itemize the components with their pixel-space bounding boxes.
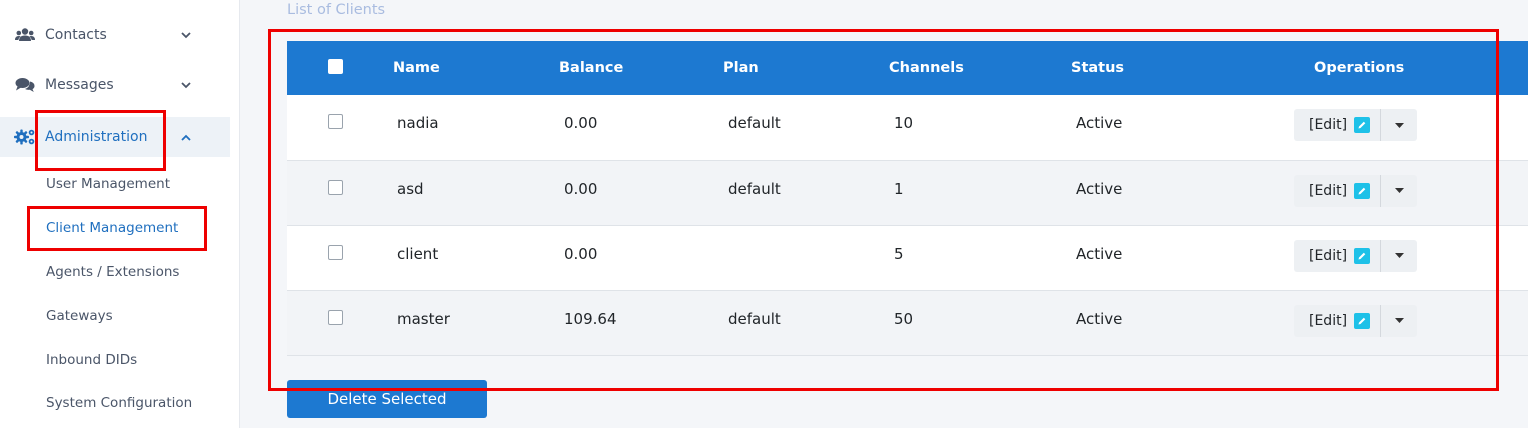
row-checkbox[interactable] xyxy=(328,114,343,129)
column-header-operations: Operations xyxy=(1314,60,1405,76)
cell-plan: default xyxy=(728,309,781,328)
pencil-icon xyxy=(1354,117,1371,133)
cell-balance: 0.00 xyxy=(564,244,598,263)
sidebar-item-label: Contacts xyxy=(45,27,107,43)
edit-label: [Edit] xyxy=(1309,312,1348,329)
cell-status: Active xyxy=(1076,309,1123,328)
caret-down-icon xyxy=(1394,188,1404,193)
operations-button-group: [Edit] xyxy=(1294,239,1418,272)
edit-label: [Edit] xyxy=(1309,117,1348,133)
operations-button-group: [Edit] xyxy=(1294,304,1418,337)
cell-balance: 0.00 xyxy=(564,114,598,132)
column-header-name[interactable]: Name xyxy=(393,41,559,95)
row-checkbox[interactable] xyxy=(328,309,343,325)
cell-channels: 50 xyxy=(894,309,914,328)
cell-status: Active xyxy=(1076,179,1123,198)
sidebar-subitem-client-management[interactable]: Client Management xyxy=(46,220,178,236)
caret-down-icon xyxy=(1394,122,1404,128)
sidebar-subitem-agents-extensions[interactable]: Agents / Extensions xyxy=(46,264,179,280)
chevron-down-icon xyxy=(180,79,192,91)
cogs-icon xyxy=(14,127,36,147)
row-checkbox[interactable] xyxy=(328,244,343,260)
edit-button[interactable]: [Edit] xyxy=(1294,304,1382,337)
sidebar-item-administration[interactable]: Administration xyxy=(0,117,230,157)
pencil-icon xyxy=(1354,182,1371,199)
row-checkbox[interactable] xyxy=(328,179,343,195)
edit-label: [Edit] xyxy=(1309,182,1348,199)
edit-button[interactable]: [Edit] xyxy=(1294,239,1382,272)
sidebar-item-messages[interactable]: Messages xyxy=(0,65,230,105)
pencil-icon xyxy=(1354,247,1371,264)
users-icon xyxy=(14,25,36,45)
operations-button-group: [Edit] xyxy=(1294,174,1418,207)
page-title: List of Clients xyxy=(287,2,386,18)
chevron-down-icon xyxy=(180,29,192,41)
cell-name: nadia xyxy=(397,114,439,132)
operations-button-group: [Edit] xyxy=(1294,109,1418,141)
column-header-channels[interactable]: Channels xyxy=(889,41,1071,95)
comments-icon xyxy=(14,75,36,95)
select-all-checkbox[interactable] xyxy=(328,58,343,74)
sidebar: Contacts Messages Administration User Ma… xyxy=(0,0,240,428)
edit-button[interactable]: [Edit] xyxy=(1294,109,1382,141)
table-header-row: Name Balance Plan Channels Status Operat… xyxy=(287,41,1528,95)
caret-down-icon xyxy=(1394,253,1404,258)
edit-label: [Edit] xyxy=(1309,247,1348,264)
cell-channels: 10 xyxy=(894,114,914,132)
sidebar-subitem-gateways[interactable]: Gateways xyxy=(46,308,113,324)
chevron-up-icon xyxy=(180,131,192,143)
cell-status: Active xyxy=(1076,114,1123,132)
table-row: nadia 0.00 default 10 Active [Edit] xyxy=(287,95,1528,160)
sidebar-subitem-system-configuration[interactable]: System Configuration xyxy=(46,395,192,411)
sidebar-item-label: Messages xyxy=(45,77,114,93)
column-header-status[interactable]: Status xyxy=(1071,41,1271,95)
caret-down-icon xyxy=(1394,318,1404,323)
cell-channels: 1 xyxy=(894,179,904,198)
sidebar-item-contacts[interactable]: Contacts xyxy=(0,15,230,55)
cell-plan: default xyxy=(728,114,781,132)
sidebar-item-label: Administration xyxy=(45,129,148,145)
pencil-icon xyxy=(1354,312,1371,329)
sidebar-subitem-user-management[interactable]: User Management xyxy=(46,176,170,192)
cell-name: asd xyxy=(397,179,424,198)
cell-balance: 0.00 xyxy=(564,179,598,198)
clients-table: Name Balance Plan Channels Status Operat… xyxy=(287,41,1528,356)
cell-balance: 109.64 xyxy=(564,309,617,328)
sidebar-subitem-inbound-dids[interactable]: Inbound DIDs xyxy=(46,352,137,368)
delete-selected-button[interactable]: Delete Selected xyxy=(287,380,487,418)
cell-plan: default xyxy=(728,179,781,198)
cell-plan xyxy=(723,225,889,290)
table-row: master 109.64 default 50 Active [Edit] xyxy=(287,290,1528,355)
table-row: client 0.00 5 Active [Edit] xyxy=(287,225,1528,290)
cell-channels: 5 xyxy=(894,244,904,263)
column-header-balance[interactable]: Balance xyxy=(559,41,723,95)
cell-name: master xyxy=(397,309,450,328)
cell-name: client xyxy=(397,244,439,263)
operations-dropdown-toggle[interactable] xyxy=(1381,109,1417,141)
table-row: asd 0.00 default 1 Active [Edit] xyxy=(287,160,1528,225)
column-header-plan[interactable]: Plan xyxy=(723,41,889,95)
operations-dropdown-toggle[interactable] xyxy=(1381,175,1417,207)
operations-dropdown-toggle[interactable] xyxy=(1381,240,1417,272)
cell-status: Active xyxy=(1076,244,1123,263)
edit-button[interactable]: [Edit] xyxy=(1294,174,1382,207)
operations-dropdown-toggle[interactable] xyxy=(1381,305,1417,337)
